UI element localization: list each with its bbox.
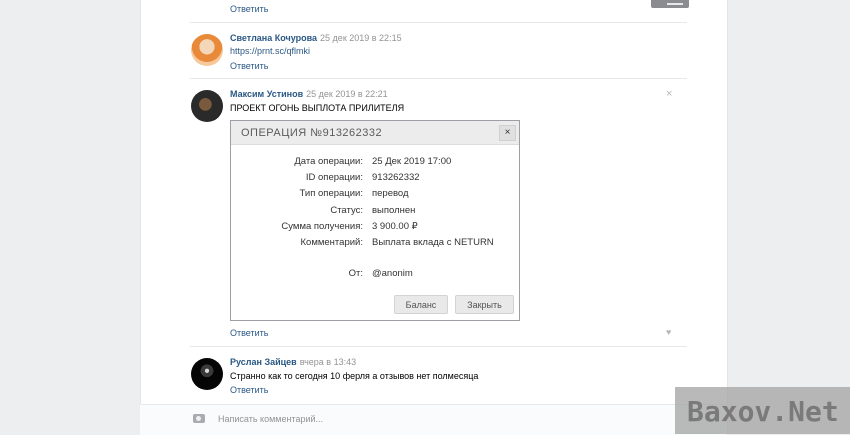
watermark-text: Baxov.Net — [687, 395, 839, 428]
row-value: 3 900.00 ₽ — [372, 221, 418, 232]
row-value: выполнен — [372, 205, 416, 216]
avatar[interactable] — [191, 358, 223, 390]
reply-link[interactable]: Ответить — [230, 385, 268, 395]
row-label: Дата операции: — [294, 156, 363, 167]
operation-dialog: ОПЕРАЦИЯ №913262332 × Дата операции: 25 Д… — [230, 120, 520, 321]
author-name[interactable]: Светлана Кочурова — [230, 33, 317, 43]
comment-author-line: Руслан Зайцев вчера в 13:43 — [230, 357, 356, 367]
dialog-title: ОПЕРАЦИЯ №913262332 — [241, 127, 383, 139]
comment-text: Странно как то сегодня 10 ферля а отзыво… — [230, 371, 479, 381]
comment-link[interactable]: https://prnt.sc/qflmki — [230, 46, 310, 56]
menu-button[interactable] — [651, 0, 689, 8]
comment-author-line: Светлана Кочурова 25 дек 2019 в 22:15 — [230, 33, 402, 43]
row-value: 913262332 — [372, 172, 420, 183]
row-label: Тип операции: — [299, 188, 363, 199]
reply-link[interactable]: Ответить — [230, 328, 268, 338]
avatar[interactable] — [191, 90, 223, 122]
watermark: Baxov.Net — [675, 387, 850, 434]
comment-date[interactable]: 25 дек 2019 в 22:15 — [320, 33, 402, 43]
avatar[interactable] — [191, 34, 223, 66]
row-value: 25 Дек 2019 17:00 — [372, 156, 452, 167]
close-icon[interactable]: × — [499, 125, 516, 141]
comment-text: ПРОЕКТ ОГОНЬ ВЫПЛОТА ПРИЛИТЕЛЯ — [230, 103, 405, 113]
dialog-header: ОПЕРАЦИЯ №913262332 × — [231, 121, 519, 145]
row-label: ID операции: — [305, 172, 363, 183]
heart-icon[interactable]: ♥ — [666, 327, 671, 337]
reply-link[interactable]: Ответить — [230, 61, 268, 71]
row-value: @anonim — [372, 268, 413, 279]
close-icon[interactable]: × — [666, 88, 672, 100]
divider — [190, 22, 687, 23]
close-button[interactable]: Закрыть — [455, 295, 514, 314]
comment-author-line: Максим Устинов 25 дек 2019 в 22:21 — [230, 89, 388, 99]
divider — [190, 78, 687, 79]
author-name[interactable]: Максим Устинов — [230, 89, 303, 99]
reply-link[interactable]: Ответить — [230, 4, 268, 14]
comment-input[interactable]: Написать комментарий... — [218, 414, 323, 424]
comment-date[interactable]: вчера в 13:43 — [300, 357, 356, 367]
author-name[interactable]: Руслан Зайцев — [230, 357, 297, 367]
row-label: Статус: — [330, 205, 363, 216]
row-label: Сумма получения: — [281, 221, 363, 232]
divider — [190, 346, 687, 347]
row-value: перевод — [372, 188, 409, 199]
row-label: От: — [348, 268, 363, 279]
row-label: Комментарий: — [300, 237, 363, 248]
row-value: Выплата вклада с NETURN — [372, 237, 494, 248]
comment-date[interactable]: 25 дек 2019 в 22:21 — [306, 89, 388, 99]
balance-button[interactable]: Баланс — [394, 295, 448, 314]
camera-icon[interactable] — [193, 414, 205, 423]
